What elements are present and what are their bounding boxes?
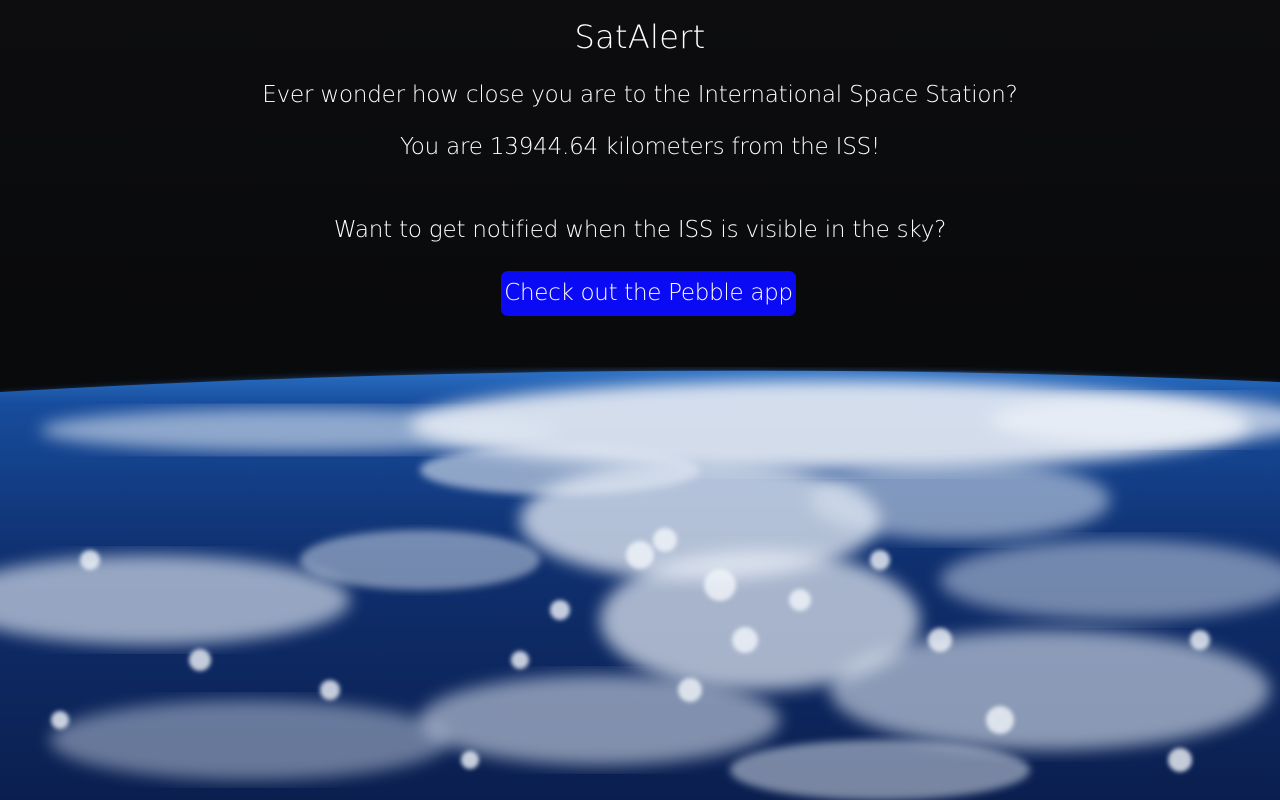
pebble-app-button[interactable]: Check out the Pebble app [501,271,796,316]
page-title: SatAlert [574,18,706,56]
intro-question: Ever wonder how close you are to the Int… [262,82,1018,108]
earth-from-orbit-image [0,370,1280,800]
space-background [0,0,1280,800]
distance-readout: You are 13944.64 kilometers from the ISS… [399,134,881,160]
notify-prompt: Want to get notified when the ISS is vis… [333,217,947,243]
